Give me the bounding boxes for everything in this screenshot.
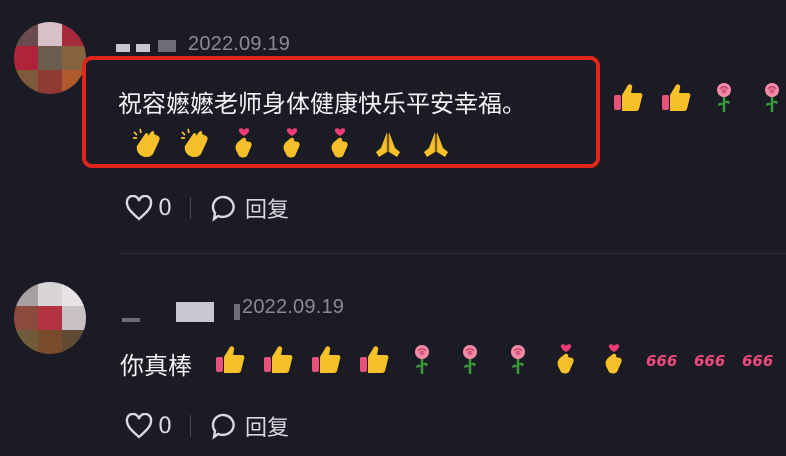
thumbs-up-icon [350, 342, 398, 382]
thumbs-up-icon [302, 342, 350, 382]
divider [190, 197, 191, 219]
svg-text:666: 666 [694, 352, 725, 370]
svg-text:666: 666 [646, 352, 677, 370]
username-redacted[interactable] [116, 44, 130, 52]
folded-hands-icon [412, 126, 460, 166]
comment-date: 2022.09.19 [242, 296, 345, 318]
avatar[interactable] [14, 22, 86, 94]
username-redacted[interactable] [234, 304, 240, 320]
svg-text:666: 666 [742, 352, 773, 370]
comment-actions: 0 回复 [124, 192, 289, 224]
like-count: 0 [158, 195, 172, 221]
comment-text: 祝容嬷嬷老师身体健康快乐平安幸福。 [118, 90, 526, 118]
reply-button[interactable]: 回复 [245, 410, 289, 442]
avatar[interactable] [14, 282, 86, 354]
hand-heart-icon [542, 342, 590, 382]
clapping-hands-icon [124, 126, 172, 166]
comment-text: 你真棒 [120, 352, 192, 380]
rose-icon [748, 80, 786, 120]
like-count: 0 [158, 413, 172, 439]
folded-hands-icon [364, 126, 412, 166]
rose-icon [494, 342, 542, 382]
rose-icon [700, 80, 748, 120]
thumbs-up-icon [652, 80, 700, 120]
666-icon: 666 [734, 342, 782, 382]
666-icon: 666 [638, 342, 686, 382]
comment-date: 2022.09.19 [188, 33, 291, 55]
rose-icon [398, 342, 446, 382]
heart-icon[interactable] [124, 411, 154, 441]
username-redacted[interactable] [158, 40, 176, 52]
emoji-row [124, 126, 460, 166]
hand-heart-icon [220, 126, 268, 166]
thumbs-up-icon [206, 342, 254, 382]
reply-icon[interactable] [209, 193, 239, 223]
comment-actions: 0 回复 [124, 410, 289, 442]
username-redacted[interactable] [122, 318, 140, 322]
hand-heart-icon [316, 126, 364, 166]
thumbs-up-icon [254, 342, 302, 382]
comment-divider [120, 253, 786, 254]
hand-heart-icon [268, 126, 316, 166]
emoji-row: 666 666 666 [206, 342, 782, 382]
reply-button[interactable]: 回复 [245, 192, 289, 224]
reply-icon[interactable] [209, 411, 239, 441]
emoji-row [604, 80, 786, 120]
username-redacted[interactable] [176, 302, 214, 322]
thumbs-up-icon [604, 80, 652, 120]
divider [190, 415, 191, 437]
hand-heart-icon [590, 342, 638, 382]
rose-icon [446, 342, 494, 382]
666-icon: 666 [686, 342, 734, 382]
username-redacted[interactable] [136, 44, 150, 52]
heart-icon[interactable] [124, 193, 154, 223]
clapping-hands-icon [172, 126, 220, 166]
